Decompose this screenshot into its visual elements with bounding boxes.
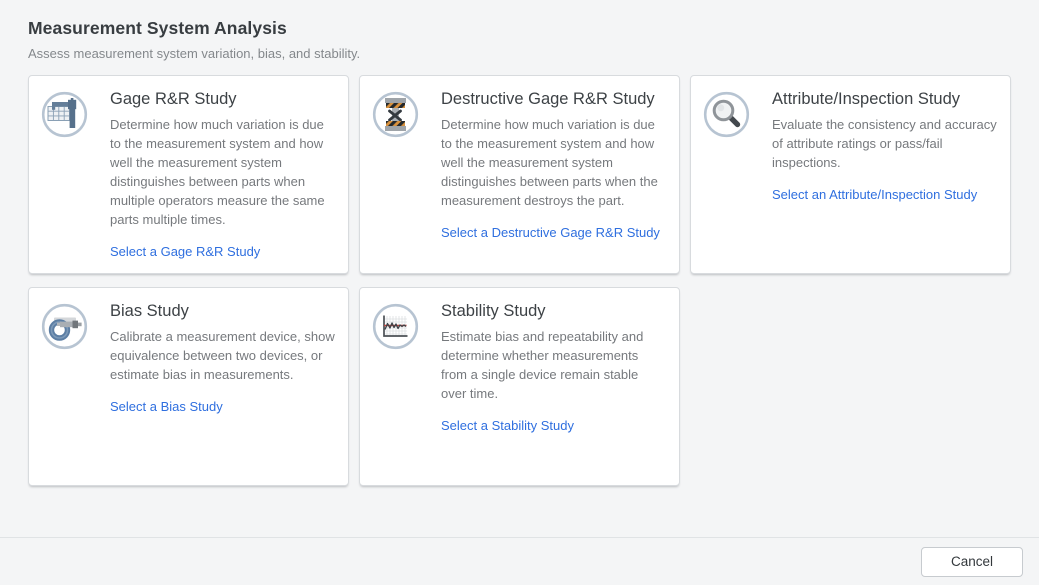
select-gage-rr-study-link[interactable]: Select a Gage R&R Study [110,244,260,259]
card-title: Stability Study [441,302,665,321]
card-body: Destructive Gage R&R Study Determine how… [441,90,665,242]
card-stability-study: Stability Study Estimate bias and repeat… [359,287,680,486]
select-stability-study-link[interactable]: Select a Stability Study [441,418,574,433]
card-body: Gage R&R Study Determine how much variat… [110,90,334,261]
caliper-icon [41,91,88,138]
card-gage-rr-study: Gage R&R Study Determine how much variat… [28,75,349,274]
dialog-footer: Cancel [0,537,1039,585]
card-destructive-gage-rr-study: Destructive Gage R&R Study Determine how… [359,75,680,274]
card-description: Determine how much variation is due to t… [110,115,336,229]
card-body: Attribute/Inspection Study Evaluate the … [772,90,996,204]
card-body: Bias Study Calibrate a measurement devic… [110,302,334,416]
card-title: Gage R&R Study [110,90,334,109]
card-description: Estimate bias and repeatability and dete… [441,327,667,403]
control-chart-icon [372,303,419,350]
card-attribute-inspection-study: Attribute/Inspection Study Evaluate the … [690,75,1011,274]
card-title: Attribute/Inspection Study [772,90,996,109]
study-card-grid: Gage R&R Study Determine how much variat… [28,75,1011,486]
magnifier-icon [703,91,750,138]
select-destructive-gage-rr-study-link[interactable]: Select a Destructive Gage R&R Study [441,225,660,240]
measurement-system-analysis-dialog: Measurement System Analysis Assess measu… [0,0,1039,585]
select-attribute-inspection-study-link[interactable]: Select an Attribute/Inspection Study [772,187,977,202]
page-title: Measurement System Analysis [28,18,1011,39]
card-body: Stability Study Estimate bias and repeat… [441,302,665,435]
card-title: Destructive Gage R&R Study [441,90,665,109]
card-description: Evaluate the consistency and accuracy of… [772,115,998,172]
card-bias-study: Bias Study Calibrate a measurement devic… [28,287,349,486]
select-bias-study-link[interactable]: Select a Bias Study [110,399,223,414]
card-title: Bias Study [110,302,334,321]
dialog-header: Measurement System Analysis Assess measu… [0,0,1039,61]
card-description: Calibrate a measurement device, show equ… [110,327,336,384]
micrometer-icon [41,303,88,350]
cancel-button[interactable]: Cancel [921,547,1023,577]
card-description: Determine how much variation is due to t… [441,115,667,210]
press-icon [372,91,419,138]
page-subtitle: Assess measurement system variation, bia… [28,46,1011,61]
